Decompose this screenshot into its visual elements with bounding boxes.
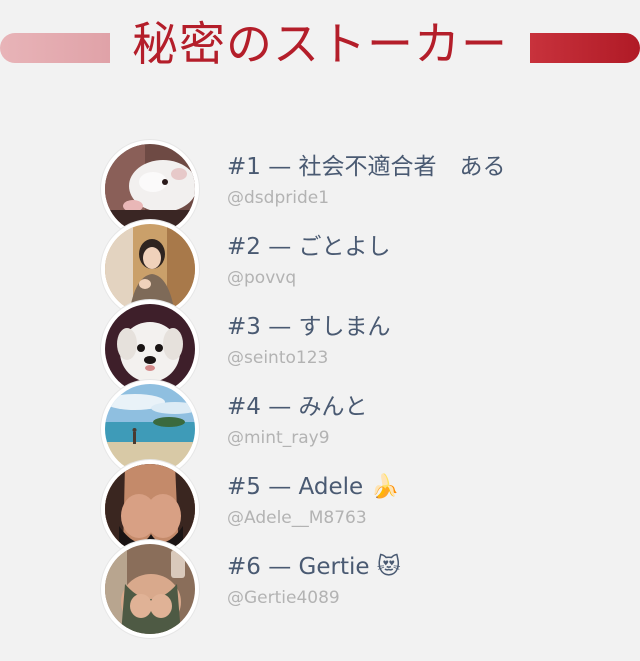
- title-decoration-left: [0, 33, 110, 63]
- stalker-name: #6 — Gertie 😻: [227, 554, 401, 580]
- list-item[interactable]: #6 — Gertie 😻 @Gertie4089: [0, 540, 640, 638]
- stalker-handle[interactable]: @mint_ray9: [227, 427, 330, 449]
- page-title: 秘密のストーカー: [132, 17, 508, 71]
- stalker-name: #3 — すしまん: [227, 314, 391, 340]
- stalker-handle[interactable]: @Gertie4089: [227, 587, 340, 609]
- stalker-handle[interactable]: @Adele__M8763: [227, 507, 367, 529]
- stalker-name: #2 — ごとよし: [227, 234, 391, 260]
- stalker-name: #4 — みんと: [227, 394, 368, 420]
- list-item[interactable]: #4 — みんと @mint_ray9: [0, 380, 640, 478]
- title-decoration-right: [530, 33, 640, 63]
- list-item[interactable]: #2 — ごとよし @povvq: [0, 220, 640, 318]
- avatar-image: [105, 544, 195, 634]
- stalker-name: #1 — 社会不適合者 ある: [227, 154, 506, 180]
- stalker-handle[interactable]: @povvq: [227, 267, 296, 289]
- stalker-name: #5 — Adele 🍌: [227, 474, 400, 500]
- avatar[interactable]: [101, 540, 199, 638]
- list-item[interactable]: #5 — Adele 🍌 @Adele__M8763: [0, 460, 640, 558]
- list-item[interactable]: #1 — 社会不適合者 ある @dsdpride1: [0, 140, 640, 238]
- stalker-handle[interactable]: @seinto123: [227, 347, 328, 369]
- header: 秘密のストーカー: [0, 0, 640, 100]
- list-item[interactable]: #3 — すしまん @seinto123: [0, 300, 640, 398]
- stalker-handle[interactable]: @dsdpride1: [227, 187, 329, 209]
